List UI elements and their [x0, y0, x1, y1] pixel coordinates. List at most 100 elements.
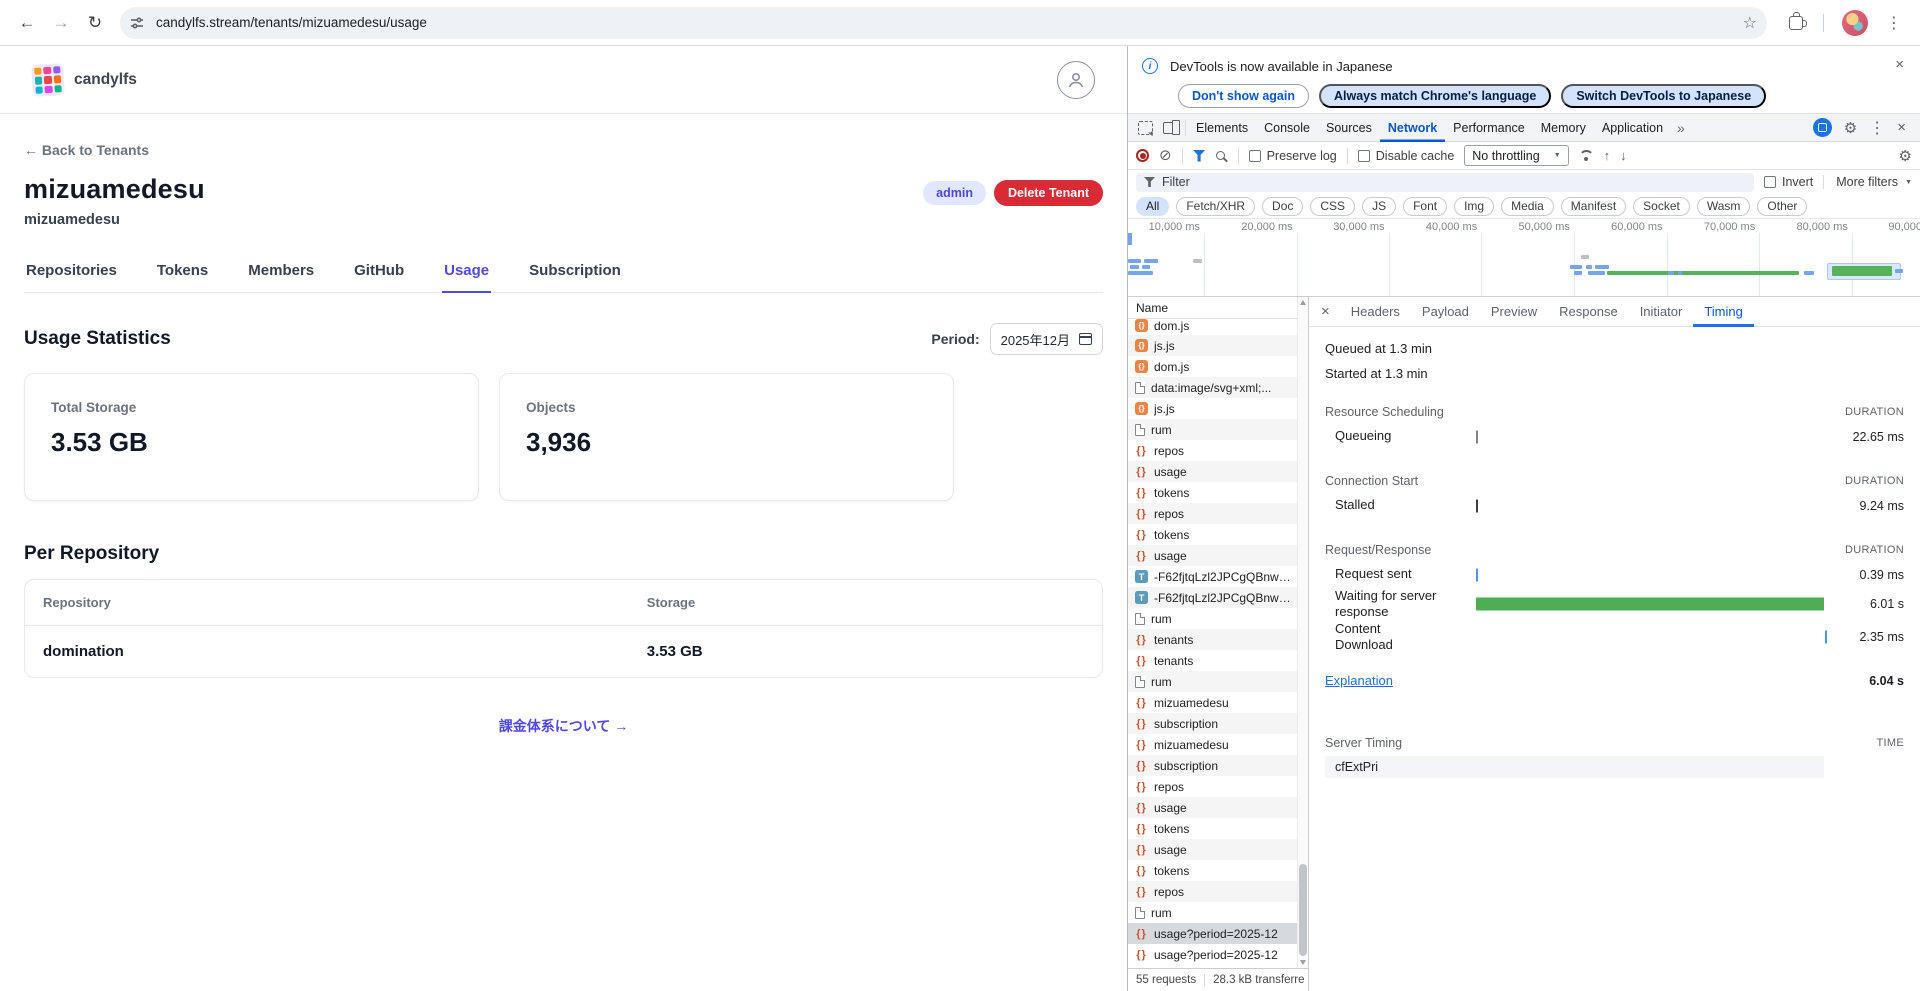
devtools-menu-icon[interactable]: ⋮ [1869, 118, 1885, 138]
request-row[interactable]: {}subscription [1128, 755, 1308, 776]
record-icon[interactable] [1136, 149, 1149, 162]
network-conditions-icon[interactable] [1579, 150, 1594, 161]
bookmark-star-icon[interactable]: ☆ [1743, 13, 1757, 33]
chip-img[interactable]: Img [1454, 197, 1494, 216]
calendar-icon[interactable] [1079, 333, 1092, 345]
panel-tab-sources[interactable]: Sources [1318, 114, 1380, 142]
panel-tab-memory[interactable]: Memory [1533, 114, 1594, 142]
scroll-thumb[interactable] [1299, 864, 1307, 956]
network-settings-icon[interactable]: ⚙ [1899, 147, 1912, 165]
tab-repositories[interactable]: Repositories [24, 262, 119, 292]
request-row[interactable]: rum [1128, 608, 1308, 629]
search-icon[interactable] [1216, 151, 1225, 160]
chip-socket[interactable]: Socket [1633, 197, 1690, 216]
explanation-link[interactable]: Explanation [1325, 673, 1393, 688]
request-row[interactable]: {}tenants [1128, 629, 1308, 650]
period-date-input[interactable]: 2025年12月 [990, 323, 1103, 355]
panel-tab-application[interactable]: Application [1594, 114, 1671, 142]
request-row[interactable]: {}repos [1128, 440, 1308, 461]
request-row[interactable]: {}dom.js [1128, 356, 1308, 377]
tab-subscription[interactable]: Subscription [527, 262, 623, 292]
detail-tab-preview[interactable]: Preview [1480, 297, 1548, 327]
chip-media[interactable]: Media [1501, 197, 1554, 216]
infobar-close-icon[interactable]: × [1895, 56, 1904, 73]
request-row[interactable]: {}mizuamedesu [1128, 692, 1308, 713]
request-row[interactable]: {}js.js [1128, 335, 1308, 356]
chip-other[interactable]: Other [1757, 197, 1807, 216]
request-row[interactable]: data:image/svg+xml;... [1128, 377, 1308, 398]
chip-js[interactable]: JS [1362, 197, 1396, 216]
request-row[interactable]: {}tokens [1128, 524, 1308, 545]
chip-wasm[interactable]: Wasm [1697, 197, 1751, 216]
detail-tab-response[interactable]: Response [1548, 297, 1629, 327]
detail-tab-payload[interactable]: Payload [1411, 297, 1480, 327]
devtools-close-icon[interactable]: × [1897, 119, 1906, 136]
tab-github[interactable]: GitHub [352, 262, 406, 292]
browser-menu-icon[interactable]: ⋮ [1880, 13, 1908, 33]
request-row[interactable]: {}tokens [1128, 860, 1308, 881]
tab-members[interactable]: Members [246, 262, 316, 292]
request-row[interactable]: {}repos [1128, 503, 1308, 524]
clear-icon[interactable]: ⊘ [1159, 148, 1172, 163]
request-row[interactable]: {}tokens [1128, 482, 1308, 503]
forward-icon[interactable]: → [46, 8, 76, 38]
list-scrollbar[interactable] [1297, 297, 1308, 968]
tab-usage[interactable]: Usage [442, 262, 491, 293]
chip-fetchxhr[interactable]: Fetch/XHR [1176, 197, 1255, 216]
panel-tab-elements[interactable]: Elements [1188, 114, 1256, 142]
request-row[interactable]: {}subscription [1128, 713, 1308, 734]
user-menu-icon[interactable] [1057, 61, 1095, 99]
request-row[interactable]: {}tenants [1128, 650, 1308, 671]
site-settings-icon[interactable] [126, 12, 148, 34]
throttling-select[interactable]: No throttling ▼ [1464, 145, 1568, 166]
more-filters-button[interactable]: More filters ▼ [1823, 175, 1912, 189]
request-row[interactable]: {}mizuamedesu [1128, 734, 1308, 755]
scroll-down-icon[interactable] [1300, 960, 1306, 965]
request-row[interactable]: {}repos [1128, 776, 1308, 797]
reload-icon[interactable]: ↻ [80, 8, 110, 38]
match-language-button[interactable]: Always match Chrome's language [1319, 84, 1551, 108]
preserve-log-checkbox[interactable]: Preserve log [1249, 149, 1337, 163]
request-row[interactable]: {}usage [1128, 461, 1308, 482]
request-row[interactable]: rum [1128, 671, 1308, 692]
device-toolbar-icon[interactable] [1163, 122, 1177, 134]
address-bar[interactable]: candylfs.stream/tenants/mizuamedesu/usag… [120, 7, 1767, 39]
request-row[interactable]: {}usage?period=2025-12 [1128, 944, 1308, 965]
request-row[interactable]: rum [1128, 419, 1308, 440]
disable-cache-checkbox[interactable]: Disable cache [1358, 149, 1455, 163]
devtools-feature-icon[interactable] [1813, 118, 1832, 137]
back-to-tenants-link[interactable]: ← Back to Tenants [24, 142, 149, 158]
request-row[interactable]: {}usage [1128, 839, 1308, 860]
chip-css[interactable]: CSS [1310, 197, 1355, 216]
panel-tab-performance[interactable]: Performance [1445, 114, 1533, 142]
detail-tab-initiator[interactable]: Initiator [1629, 297, 1694, 327]
profile-avatar[interactable] [1842, 10, 1868, 36]
inspect-element-icon[interactable] [1138, 121, 1153, 135]
url-text[interactable]: candylfs.stream/tenants/mizuamedesu/usag… [156, 15, 1735, 30]
request-row[interactable]: {}usage [1128, 545, 1308, 566]
request-row[interactable]: {}js.js [1128, 398, 1308, 419]
request-row[interactable]: rum [1128, 902, 1308, 923]
request-row[interactable]: {}dom.js [1128, 319, 1308, 335]
chip-all[interactable]: All [1136, 197, 1169, 216]
export-har-icon[interactable]: ↓ [1620, 148, 1627, 163]
more-panels-icon[interactable]: » [1673, 120, 1689, 136]
network-overview[interactable]: 10,000 ms20,000 ms30,000 ms40,000 ms50,0… [1128, 219, 1920, 297]
scroll-up-icon[interactable] [1300, 300, 1306, 305]
panel-tab-console[interactable]: Console [1256, 114, 1318, 142]
delete-tenant-button[interactable]: Delete Tenant [994, 180, 1103, 206]
filter-input[interactable]: Filter [1136, 173, 1754, 192]
name-column-header[interactable]: Name [1128, 297, 1308, 319]
billing-link[interactable]: 課金体系について → [499, 718, 628, 734]
back-icon[interactable]: ← [12, 8, 42, 38]
close-detail-icon[interactable]: × [1315, 303, 1340, 320]
import-har-icon[interactable]: ↑ [1604, 148, 1611, 163]
filter-toggle-icon[interactable] [1193, 150, 1206, 162]
detail-tab-timing[interactable]: Timing [1693, 297, 1754, 327]
extensions-icon[interactable] [1789, 16, 1803, 30]
request-row[interactable]: T-F62fjtqLzl2JPCgQBnw7... [1128, 587, 1308, 608]
invert-checkbox[interactable]: Invert [1764, 175, 1813, 189]
request-row[interactable]: {}repos [1128, 881, 1308, 902]
detail-tab-headers[interactable]: Headers [1340, 297, 1411, 327]
chip-font[interactable]: Font [1403, 197, 1447, 216]
